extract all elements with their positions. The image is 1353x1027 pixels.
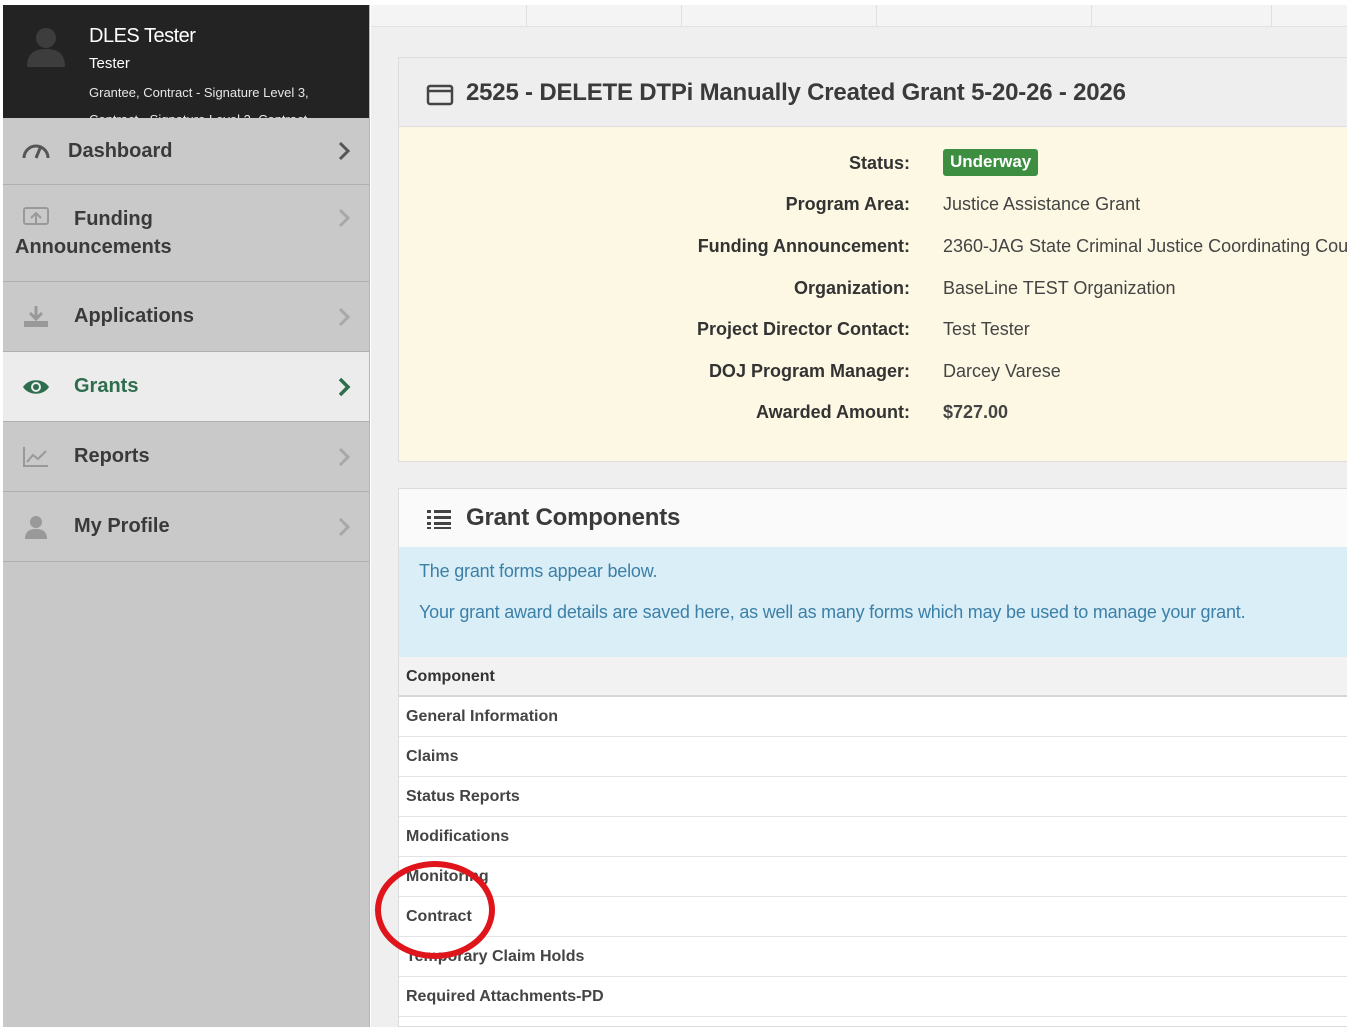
sidebar-item-label-line1: Funding <box>74 208 153 230</box>
user-header: DLES Tester Tester Grantee, Contract - S… <box>3 5 369 118</box>
sidebar-item-label: Reports <box>74 445 150 467</box>
field-label: DOJ Program Manager: <box>708 361 910 381</box>
grant-summary-panel: 2525 - DELETE DTPi Manually Created Gran… <box>398 57 1349 462</box>
grant-title: 2525 - DELETE DTPi Manually Created Gran… <box>466 79 1126 106</box>
status-badge: Underway <box>943 149 1039 176</box>
top-bar <box>371 5 1347 27</box>
list-icon <box>427 510 451 529</box>
table-row-contract[interactable]: Contract <box>399 897 1347 937</box>
sidebar-item-grants[interactable]: Grants <box>3 352 369 422</box>
field-value: Justice Assistance Grant <box>943 194 1141 214</box>
field-label: Project Director Contact: <box>696 319 910 339</box>
field-label: Program Area: <box>785 194 910 214</box>
table-row-claims[interactable]: Claims <box>399 737 1347 777</box>
components-panel-header: Grant Components <box>399 489 1347 547</box>
sidebar-item-label: Funding Announcements <box>15 205 255 261</box>
grant-field-awarded-amount: Awarded Amount: $727.00 <box>399 402 1347 432</box>
eye-icon <box>23 379 49 394</box>
chevron-right-icon <box>338 208 351 228</box>
grant-field-program-area: Program Area: Justice Assistance Grant <box>399 194 1347 224</box>
field-value: Test Tester <box>943 319 1030 339</box>
field-label: Organization: <box>794 278 910 298</box>
table-row-required-attachments[interactable]: Required Attachments-PD <box>399 977 1347 1017</box>
grant-field-organization: Organization: BaseLine TEST Organization <box>399 278 1347 308</box>
table-row-temporary-claim-holds[interactable]: Temporary Claim Holds <box>399 937 1347 977</box>
table-row-general-information[interactable]: General Information <box>399 697 1347 737</box>
sidebar-item-applications[interactable]: Applications <box>3 282 369 352</box>
sidebar-item-dashboard[interactable]: Dashboard <box>3 118 369 185</box>
grant-field-project-director: Project Director Contact: Test Tester <box>399 319 1347 349</box>
user-avatar-icon <box>27 28 65 67</box>
field-label: Funding Announcement: <box>697 236 910 256</box>
table-row-modifications[interactable]: Modifications <box>399 817 1347 857</box>
table-row-status-reports[interactable]: Status Reports <box>399 777 1347 817</box>
components-table: Component General Information Claims Sta… <box>399 657 1347 1017</box>
sidebar-item-label-line2: Announcements <box>15 236 172 258</box>
sidebar-item-funding-announcements[interactable]: Funding Announcements <box>3 185 369 282</box>
sidebar-item-label: Grants <box>74 375 139 397</box>
info-text-line2: Your grant award details are saved here,… <box>419 602 1246 622</box>
chevron-right-icon <box>338 377 351 396</box>
chevron-right-icon <box>338 517 351 536</box>
window-icon <box>426 84 454 106</box>
chevron-right-icon <box>338 447 351 466</box>
dashboard-gauge-icon <box>22 144 50 159</box>
field-label: Awarded Amount: <box>755 402 910 422</box>
sidebar-item-my-profile[interactable]: My Profile <box>3 492 369 562</box>
grant-components-panel: Grant Components The grant forms appear … <box>398 488 1347 1027</box>
components-title: Grant Components <box>466 504 681 531</box>
grant-field-program-manager: DOJ Program Manager: Darcey Varese <box>399 361 1347 391</box>
main-content: 2525 - DELETE DTPi Manually Created Gran… <box>371 5 1349 1027</box>
field-value: Darcey Varese <box>943 361 1061 381</box>
table-row-monitoring[interactable]: Monitoring <box>399 857 1347 897</box>
field-value: 2360-JAG State Criminal Justice Coordina… <box>943 236 1349 256</box>
chart-icon <box>23 446 48 467</box>
grant-field-status: Status: Underway <box>399 149 1347 179</box>
sidebar-item-label: My Profile <box>74 515 170 537</box>
grant-field-funding-announcement: Funding Announcement: 2360-JAG State Cri… <box>399 236 1349 266</box>
sidebar-item-label: Applications <box>74 305 195 327</box>
chevron-right-icon <box>338 307 351 326</box>
field-value: $727.00 <box>943 402 1009 422</box>
field-value: BaseLine TEST Organization <box>943 278 1176 298</box>
field-label: Status: <box>848 153 910 173</box>
user-icon <box>25 515 47 539</box>
user-roles: Grantee, Contract - Signature Level 3, C… <box>89 85 309 118</box>
sidebar-item-label: Dashboard <box>68 139 173 162</box>
sidebar: DLES Tester Tester Grantee, Contract - S… <box>3 5 370 1027</box>
info-text-line1: The grant forms appear below. <box>419 561 658 581</box>
grant-panel-header: 2525 - DELETE DTPi Manually Created Gran… <box>399 58 1347 127</box>
download-tray-icon <box>24 305 48 327</box>
chevron-right-icon <box>338 141 351 161</box>
grant-details: Status: Underway Program Area: Justice A… <box>399 127 1349 461</box>
table-header-component: Component <box>399 657 1347 697</box>
info-alert: The grant forms appear below. Your grant… <box>399 547 1347 657</box>
user-subtitle: Tester <box>89 55 130 72</box>
user-name: DLES Tester <box>89 25 196 47</box>
sidebar-item-reports[interactable]: Reports <box>3 422 369 492</box>
